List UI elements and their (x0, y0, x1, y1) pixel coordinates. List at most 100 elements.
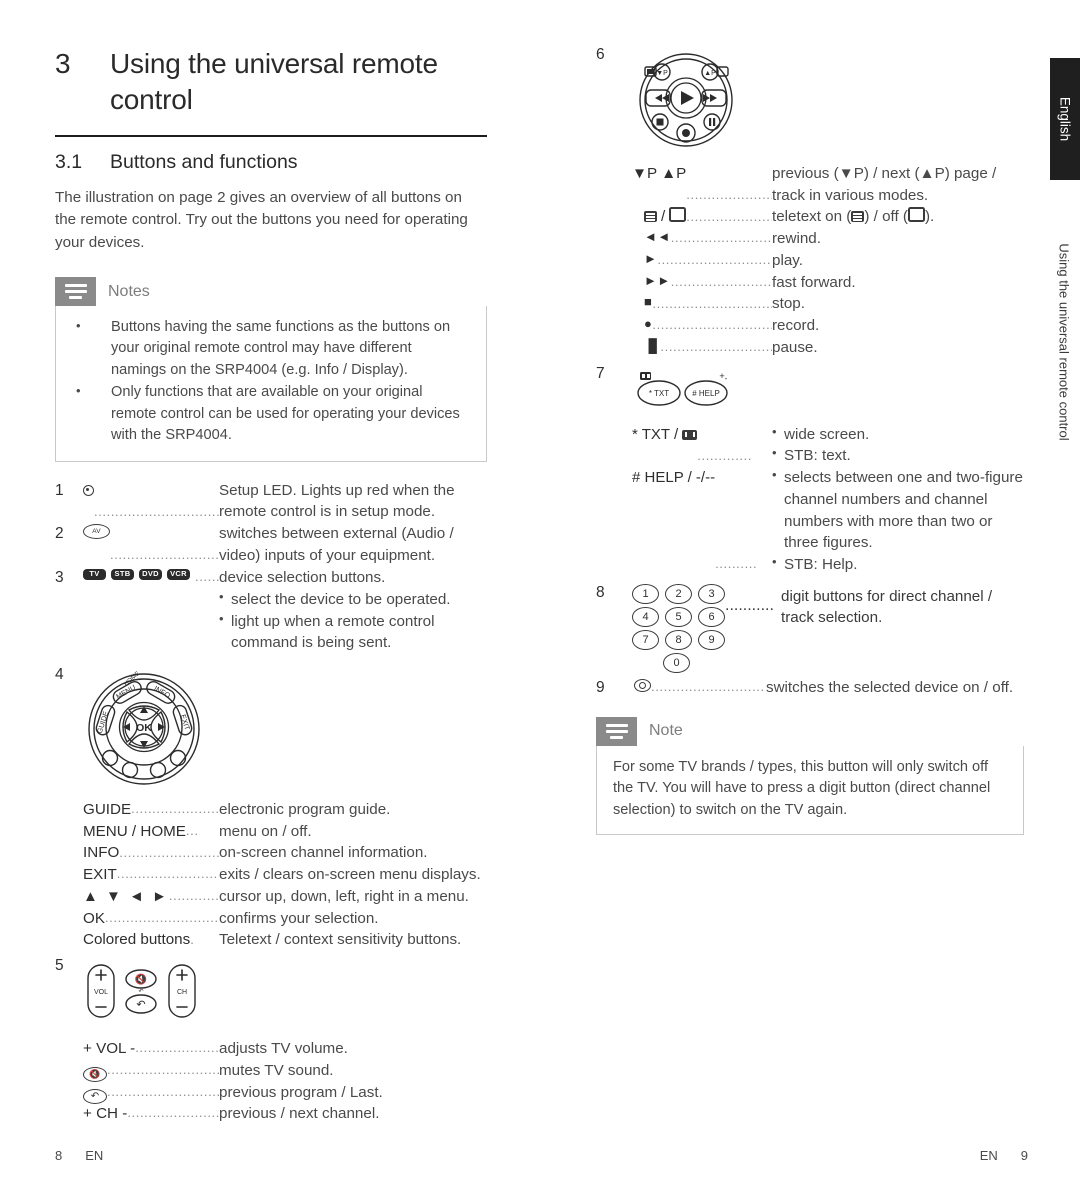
section-intro: The illustration on page 2 gives an over… (55, 188, 468, 252)
bullet-item: STB: Help. (772, 553, 1028, 576)
row-desc: previous / next channel. (219, 1105, 380, 1123)
teletext-off-icon (669, 207, 687, 223)
row-help: # HELP / -/-- .......... selects between… (632, 466, 1028, 576)
entry-5-rows: + VOL - ...................... adjusts T… (83, 1038, 487, 1125)
footer-left-language: EN (85, 1148, 104, 1163)
leader-dots: ............. (697, 447, 753, 463)
left-column: 3 Using the universal remote control 3.1… (55, 46, 487, 1125)
entry-7: 7 * TXT # HELP + - (596, 365, 1028, 422)
row-desc: exits / clears on-screen menu displays. (219, 866, 481, 884)
leader-dots: ................................. (107, 1062, 219, 1077)
svg-text:↶: ↶ (136, 999, 145, 1011)
leader-dots: . (190, 931, 195, 947)
row-desc: play. (772, 251, 803, 269)
teletext-off-icon-inline (907, 207, 925, 223)
note-item: Only functions that are available on you… (72, 381, 470, 446)
note-box-body: For some TV brands / types, this button … (596, 745, 1024, 836)
section-title: Buttons and functions (110, 150, 298, 173)
right-column: 6 ▼P ▲P ▼P ▲P .................... previ… (596, 46, 1028, 853)
chapter-heading: 3 Using the universal remote control (55, 46, 487, 118)
row-desc: fast forward. (772, 273, 856, 291)
notes-list: Buttons having the same functions as the… (72, 316, 470, 447)
entry-6: 6 ▼P ▲P (596, 46, 1028, 161)
row-desc: adjusts TV volume. (219, 1040, 348, 1058)
entry-2-index: 2 (55, 525, 64, 543)
footer-right-language: EN (979, 1148, 998, 1163)
row-desc: stop. (772, 295, 805, 313)
power-icon (632, 677, 651, 692)
svg-text:EXIT: EXIT (179, 713, 193, 732)
teletext-on-icon-inline (851, 211, 865, 223)
digit-key-6: 6 (698, 606, 725, 627)
svg-text:CH: CH (177, 989, 187, 996)
footer-left: 8 EN (55, 1148, 103, 1163)
leader-dots: .................................. (652, 295, 772, 311)
manual-page: 3 Using the universal remote control 3.1… (0, 0, 1080, 1193)
leader-dots: ........................................… (94, 503, 219, 519)
svg-text:VOL: VOL (94, 989, 108, 996)
leader-dots: ............. (195, 569, 219, 585)
bullet-item: select the device to be operated. (219, 588, 487, 611)
chapter-title: Using the universal remote control (110, 48, 438, 115)
digit-key-7: 7 (632, 629, 659, 650)
navigation-pad-diagram: OK MENU INFO GUIDE EXIT HOME (83, 670, 205, 793)
note-box-header: Note (596, 716, 1024, 746)
entry-5-index: 5 (55, 957, 64, 975)
entry-9-description: switches the selected device on / off. (766, 678, 1014, 696)
device-chip-stb: STB (111, 568, 134, 580)
row-key: ▼P ▲P (632, 165, 687, 182)
device-buttons-icon-group: TV STB DVD VCR (83, 567, 195, 582)
digit-key-8: 8 (665, 629, 692, 650)
txt-bullets: wide screen. STB: text. (772, 423, 1028, 467)
keypad-row: 0 (632, 652, 725, 673)
device-chip-tv: TV (83, 568, 106, 580)
row-desc: rewind. (772, 230, 821, 248)
row-desc: record. (772, 317, 820, 335)
entry-1: 1 ......................................… (55, 480, 487, 523)
row-key: MENU / HOME (83, 822, 186, 840)
volume-channel-diagram: VOL CH 🔇 ↶ ↶ (83, 961, 203, 1028)
leader-dots: ....................... (127, 1105, 219, 1121)
txt-key-text: * TXT / (632, 425, 683, 443)
leader-dots: ...................... (131, 801, 219, 817)
row-exit: EXIT .............................. exit… (83, 864, 487, 886)
row-record: ● .................................. rec… (632, 315, 1028, 337)
notes-box-header: Notes (55, 277, 487, 307)
leader-dots: .......... (715, 556, 758, 572)
footer-left-page-number: 8 (55, 1148, 63, 1163)
row-menu-home: MENU / HOME ... menu on / off. (83, 821, 487, 843)
digit-keypad-diagram: 1 2 3 4 5 6 7 8 9 0 (632, 583, 725, 673)
section-number: 3.1 (55, 150, 83, 173)
svg-text:OK: OK (136, 722, 152, 734)
row-ok: OK ............................... confi… (83, 908, 487, 930)
leader-dots: ................................. (670, 230, 772, 246)
language-tab: English (1050, 58, 1080, 180)
notes-box-title: Notes (108, 282, 150, 300)
entry-9: 9 ............................... switch… (596, 677, 1028, 699)
leader-dots: .................................. (652, 317, 772, 333)
leader-dots: ................ (168, 888, 219, 904)
leader-dots: ...................... (135, 1040, 219, 1056)
play-icon: ► (644, 250, 658, 266)
row-rewind: ◄◄ ................................. rew… (632, 228, 1028, 250)
note-lines-icon (55, 277, 96, 307)
leader-dots: .................................. (660, 339, 772, 355)
row-desc: pause. (772, 338, 818, 356)
row-desc: menu on / off. (219, 822, 312, 840)
row-info: INFO ............................. on-sc… (83, 842, 487, 864)
entry-6-rows: ▼P ▲P ........................ previous … (632, 163, 1028, 359)
entry-9-index: 9 (596, 678, 605, 696)
leader-dots: ... (185, 822, 199, 838)
rewind-icon: ◄◄ (644, 229, 671, 245)
note-box: Note For some TV brands / types, this bu… (596, 716, 1024, 836)
row-desc: cursor up, down, left, right in a menu. (219, 887, 469, 905)
leader-dots: ........................ (686, 186, 772, 202)
row-key: + VOL - (83, 1040, 136, 1058)
notes-box-body: Buttons having the same functions as the… (55, 306, 487, 462)
row-mute: 🔇 ................................. mute… (83, 1060, 487, 1082)
row-desc: mutes TV sound. (219, 1061, 334, 1079)
footer-right: EN 9 (980, 1148, 1028, 1163)
digit-key-9: 9 (698, 629, 725, 650)
stop-icon: ■ (644, 294, 653, 310)
digit-key-3: 3 (698, 583, 725, 604)
